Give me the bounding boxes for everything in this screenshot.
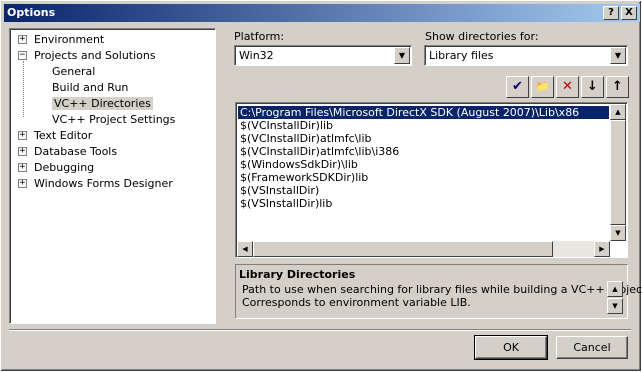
platform-label: Platform: xyxy=(234,30,285,43)
window-title: Options xyxy=(7,6,56,19)
tree-item-label: VC++ Directories xyxy=(52,97,153,110)
help-icon[interactable]: ? xyxy=(603,6,619,20)
tree-item-vc-directories[interactable]: VC++ Directories xyxy=(52,96,153,112)
expand-icon[interactable]: + xyxy=(18,179,27,188)
expand-icon[interactable]: + xyxy=(18,163,27,172)
expand-icon[interactable]: + xyxy=(18,147,27,156)
platform-value: Win32 xyxy=(239,49,274,62)
scroll-thumb[interactable] xyxy=(610,120,626,225)
scroll-up-icon[interactable]: ▲ xyxy=(610,104,626,120)
collapse-icon[interactable]: − xyxy=(18,51,27,60)
scroll-down-icon[interactable]: ▼ xyxy=(607,298,623,314)
close-icon[interactable]: X xyxy=(621,6,637,20)
title-bar[interactable]: Options ? X xyxy=(4,4,640,22)
directory-row[interactable]: $(FrameworkSDKDir)lib xyxy=(238,171,609,184)
description-panel: Library Directories Path to use when sea… xyxy=(235,264,642,319)
directory-row[interactable]: $(VSInstallDir)lib xyxy=(238,197,609,210)
tree-item-vc-project-settings[interactable]: VC++ Project Settings xyxy=(52,112,175,128)
show-directories-dropdown[interactable]: Library files ▼ xyxy=(424,45,628,66)
tree-item-label: Projects and Solutions xyxy=(34,49,156,62)
vertical-scrollbar[interactable]: ▲ ▼ xyxy=(610,104,626,241)
ok-button[interactable]: OK xyxy=(474,335,548,360)
description-title: Library Directories xyxy=(239,268,356,281)
horizontal-scrollbar[interactable]: ◀ ▶ xyxy=(237,241,610,257)
description-line2: Corresponds to environment variable LIB. xyxy=(242,296,471,309)
new-folder-icon[interactable]: 📁 xyxy=(531,76,554,98)
directory-list[interactable]: C:\Program Files\Microsoft DirectX SDK (… xyxy=(235,102,628,258)
description-line1: Path to use when searching for library f… xyxy=(242,283,642,296)
directory-row[interactable]: $(VCInstallDir)lib xyxy=(238,119,609,132)
tree-item-label: Database Tools xyxy=(34,145,118,158)
tree-connector xyxy=(23,61,24,117)
tree-item-label: Text Editor xyxy=(34,129,93,142)
hscroll-thumb[interactable] xyxy=(253,241,553,257)
directory-row[interactable]: C:\Program Files\Microsoft DirectX SDK (… xyxy=(238,106,609,119)
move-down-icon[interactable]: ↓ xyxy=(581,76,604,98)
scroll-up-icon[interactable]: ▲ xyxy=(607,281,623,297)
scroll-down-icon[interactable]: ▼ xyxy=(610,225,626,241)
options-tree[interactable]: + Environment − Projects and Solutions G… xyxy=(9,28,216,324)
cancel-button[interactable]: Cancel xyxy=(556,336,628,359)
expand-icon[interactable]: + xyxy=(18,35,27,44)
platform-dropdown[interactable]: Win32 ▼ xyxy=(234,45,412,66)
tree-item-build-and-run[interactable]: Build and Run xyxy=(52,80,128,96)
tree-item-label: Debugging xyxy=(34,161,95,174)
divider xyxy=(9,329,631,331)
tree-item-general[interactable]: General xyxy=(52,64,95,80)
show-directories-label: Show directories for: xyxy=(425,30,539,43)
show-directories-value: Library files xyxy=(429,49,494,62)
chevron-down-icon[interactable]: ▼ xyxy=(394,47,410,64)
check-icon[interactable]: ✔ xyxy=(506,76,529,98)
directory-row[interactable]: $(VSInstallDir) xyxy=(238,184,609,197)
directory-row[interactable]: $(VCInstallDir)atlmfc\lib xyxy=(238,132,609,145)
options-dialog: Options ? X + Environment − Projects and… xyxy=(0,0,642,372)
directory-row[interactable]: $(VCInstallDir)atlmfc\lib\i386 xyxy=(238,145,609,158)
directory-row[interactable]: $(WindowsSdkDir)\lib xyxy=(238,158,609,171)
scroll-left-icon[interactable]: ◀ xyxy=(237,241,253,257)
scroll-right-icon[interactable]: ▶ xyxy=(594,241,610,257)
chevron-down-icon[interactable]: ▼ xyxy=(610,47,626,64)
tree-item-label: Windows Forms Designer xyxy=(34,177,173,190)
delete-icon[interactable]: ✕ xyxy=(556,76,579,98)
move-up-icon[interactable]: ↑ xyxy=(606,76,629,98)
directory-rows: C:\Program Files\Microsoft DirectX SDK (… xyxy=(238,106,609,210)
tree-item-label: Environment xyxy=(34,33,105,46)
expand-icon[interactable]: + xyxy=(18,131,27,140)
